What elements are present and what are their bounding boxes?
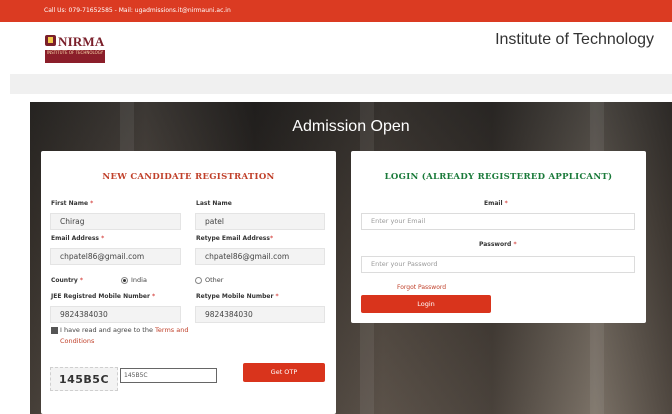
- login-email-label: Email *: [484, 200, 508, 207]
- login-title: LOGIN (ALREADY REGISTERED APPLICANT): [384, 172, 613, 182]
- last-name-label: Last Name: [196, 200, 232, 207]
- logo-name: NIRMA: [58, 34, 105, 49]
- mobile-label: JEE Registred Mobile Number *: [51, 293, 156, 300]
- agree-text: I have read and agree to the Terms and C…: [60, 326, 189, 345]
- login-password-input[interactable]: Enter your Password: [361, 256, 635, 273]
- agree-checkbox[interactable]: [51, 327, 58, 334]
- login-button[interactable]: Login: [361, 295, 491, 313]
- registration-title: NEW CANDIDATE REGISTRATION: [102, 172, 275, 182]
- login-card: LOGIN (ALREADY REGISTERED APPLICANT) Ema…: [351, 151, 646, 323]
- mobile-input[interactable]: 9824384030: [50, 306, 181, 323]
- radio-empty-icon: [195, 276, 202, 284]
- retype-mobile-label: Retype Mobile Number *: [196, 293, 279, 300]
- site-header: NIRMA INSTITUTE OF TECHNOLOGY Institute …: [0, 22, 672, 74]
- email-label: Email Address *: [51, 235, 105, 242]
- university-crest-icon: [45, 35, 56, 46]
- contact-info: Call Us: 079-71652585 - Mail: ugadmissio…: [44, 7, 231, 14]
- get-otp-button[interactable]: Get OTP: [243, 363, 325, 382]
- contact-bar: Call Us: 079-71652585 - Mail: ugadmissio…: [0, 0, 672, 22]
- first-name-input[interactable]: Chirag: [50, 213, 181, 230]
- country-radio-other[interactable]: Other: [195, 276, 223, 284]
- institute-name: Institute of Technology: [495, 31, 654, 48]
- first-name-label: First Name *: [51, 200, 94, 207]
- country-radio-india[interactable]: India: [121, 276, 147, 284]
- captcha-image: 145B5C: [50, 367, 118, 391]
- radio-selected-icon: [121, 276, 128, 284]
- retype-email-label: Retype Email Address*: [196, 235, 274, 242]
- login-email-input[interactable]: Enter your Email: [361, 213, 635, 230]
- logo-subtitle: INSTITUTE OF TECHNOLOGY: [45, 50, 105, 63]
- nirma-logo[interactable]: NIRMA INSTITUTE OF TECHNOLOGY: [45, 34, 105, 66]
- captcha-text: 145B5C: [58, 373, 110, 386]
- country-label: Country *: [51, 277, 84, 284]
- nav-band: [10, 74, 672, 94]
- captcha-input[interactable]: 145B5C: [120, 368, 217, 383]
- registration-card: NEW CANDIDATE REGISTRATION First Name * …: [41, 151, 336, 414]
- retype-mobile-input[interactable]: 9824384030: [195, 306, 325, 323]
- login-password-label: Password *: [479, 241, 517, 248]
- forgot-password-link[interactable]: Forgot Password: [397, 284, 446, 291]
- hero-title: Admission Open: [292, 118, 410, 135]
- email-input[interactable]: chpatel86@gmail.com: [50, 248, 181, 265]
- last-name-input[interactable]: patel: [195, 213, 325, 230]
- retype-email-input[interactable]: chpatel86@gmail.com: [195, 248, 325, 265]
